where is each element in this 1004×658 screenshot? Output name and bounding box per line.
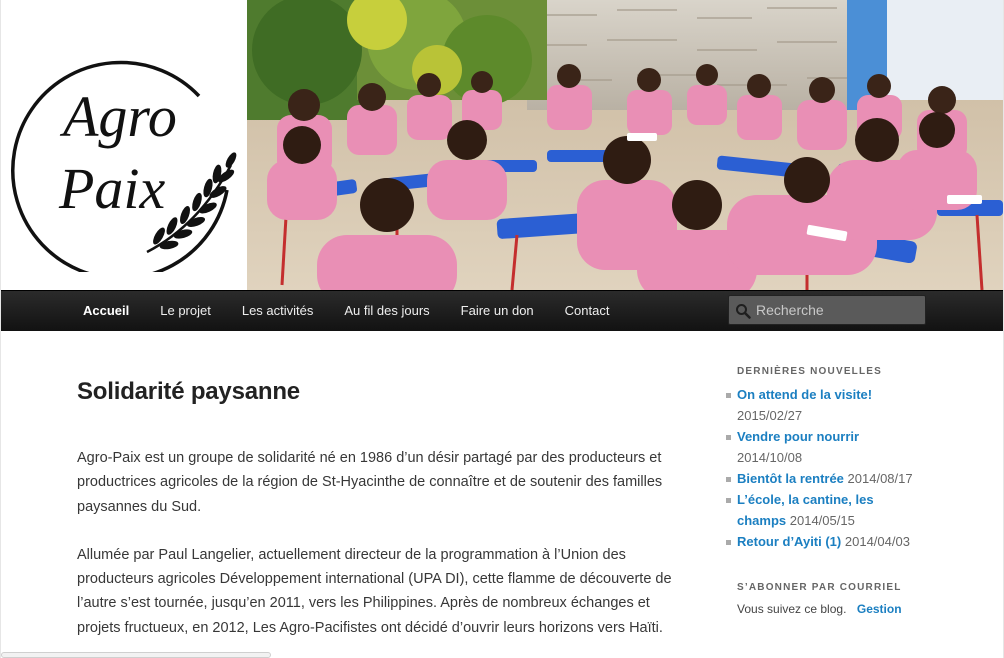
post-title[interactable]: Solidarité paysanne: [77, 378, 677, 406]
search-box: [728, 295, 926, 325]
nav-item-le-projet[interactable]: Le projet: [160, 291, 211, 331]
site-header: Agro Paix: [1, 0, 1003, 290]
search-icon[interactable]: [735, 303, 751, 319]
news-link[interactable]: Vendre pour nourrir: [737, 429, 859, 444]
search-input[interactable]: [756, 299, 921, 321]
subscribe-status: Vous suivez ce blog. Gestion: [737, 600, 977, 618]
news-date: 2014/05/15: [789, 513, 855, 528]
nav-menu: Accueil Le projet Les activités Au fil d…: [83, 291, 640, 331]
sidebar: DERNIÈRES NOUVELLES On attend de la visi…: [726, 366, 977, 618]
news-list: On attend de la visite! 2015/02/27 Vendr…: [726, 384, 977, 552]
logo-word-1: Agro: [59, 84, 177, 149]
news-link[interactable]: Retour d’Ayiti (1): [737, 534, 841, 549]
subscribe-text: Vous suivez ce blog.: [737, 602, 847, 616]
nav-item-au-fil-des-jours[interactable]: Au fil des jours: [344, 291, 429, 331]
news-date: 2014/10/08: [737, 450, 803, 465]
header-photo[interactable]: [247, 0, 1003, 290]
page: Agro Paix Accueil Le projet Les activité…: [1, 0, 1003, 658]
classroom-illustration: [247, 0, 1003, 290]
site-logo[interactable]: Agro Paix: [1, 0, 247, 290]
manage-subscription-link[interactable]: Gestion: [857, 602, 902, 616]
news-date: 2014/04/03: [844, 534, 910, 549]
news-item: L’école, la cantine, les champs 2014/05/…: [726, 489, 887, 531]
nav-item-faire-un-don[interactable]: Faire un don: [461, 291, 534, 331]
news-widget-title: DERNIÈRES NOUVELLES: [737, 366, 883, 377]
nav-item-les-activites[interactable]: Les activités: [242, 291, 314, 331]
nav-item-contact[interactable]: Contact: [565, 291, 610, 331]
main-navigation: Accueil Le projet Les activités Au fil d…: [1, 290, 1003, 331]
post-paragraph: Allumée par Paul Langelier, actuellement…: [77, 546, 672, 636]
nav-item-accueil[interactable]: Accueil: [83, 291, 129, 331]
news-link[interactable]: On attend de la visite!: [737, 387, 872, 402]
news-link[interactable]: Bientôt la rentrée: [737, 471, 844, 486]
subscribe-widget-title: S’ABONNER PAR COURRIEL: [737, 582, 902, 593]
news-date: 2014/08/17: [847, 471, 913, 486]
news-item: On attend de la visite! 2015/02/27: [726, 384, 977, 426]
news-item: Bientôt la rentrée 2014/08/17: [726, 468, 977, 489]
main-content: Solidarité paysanne Agro-Paix est un gro…: [77, 378, 677, 658]
news-date: 2015/02/27: [737, 408, 803, 423]
horizontal-scrollbar[interactable]: [1, 652, 271, 658]
news-item: Retour d’Ayiti (1) 2014/04/03: [726, 531, 977, 552]
post-paragraph: Agro-Paix est un groupe de solidarité né…: [77, 450, 663, 515]
news-item: Vendre pour nourrir 2014/10/08: [726, 426, 977, 468]
logo-word-2: Paix: [58, 156, 166, 221]
logo-emblem: Agro Paix: [11, 60, 237, 272]
